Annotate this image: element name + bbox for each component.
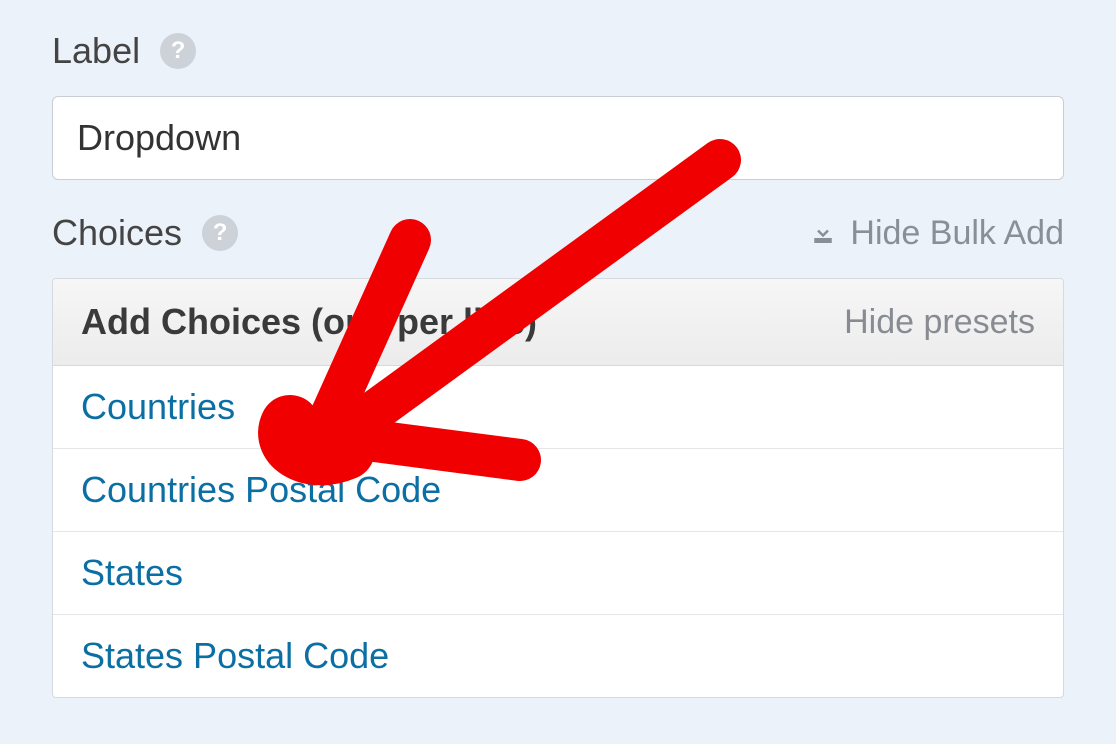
preset-item-states-postal-code[interactable]: States Postal Code: [53, 615, 1063, 697]
preset-item-states[interactable]: States: [53, 532, 1063, 615]
hide-presets-link[interactable]: Hide presets: [844, 303, 1035, 342]
label-field-section: Label ?: [52, 30, 1064, 180]
bulk-add-panel: Add Choices (one per line) Hide presets …: [52, 278, 1064, 698]
hide-bulk-add-label: Hide Bulk Add: [850, 214, 1064, 253]
hide-bulk-add-link[interactable]: Hide Bulk Add: [808, 214, 1064, 253]
choices-field-section: Choices ? Hide Bulk Add Add Choices (one…: [52, 212, 1064, 698]
panel-title: Add Choices (one per line): [81, 301, 537, 343]
help-icon[interactable]: ?: [202, 215, 238, 251]
label-input[interactable]: [52, 96, 1064, 180]
choices-title: Choices: [52, 212, 182, 254]
help-icon[interactable]: ?: [160, 33, 196, 69]
preset-item-countries-postal-code[interactable]: Countries Postal Code: [53, 449, 1063, 532]
label-title: Label: [52, 30, 140, 72]
panel-header: Add Choices (one per line) Hide presets: [53, 279, 1063, 366]
preset-item-countries[interactable]: Countries: [53, 366, 1063, 449]
download-icon: [808, 218, 838, 248]
